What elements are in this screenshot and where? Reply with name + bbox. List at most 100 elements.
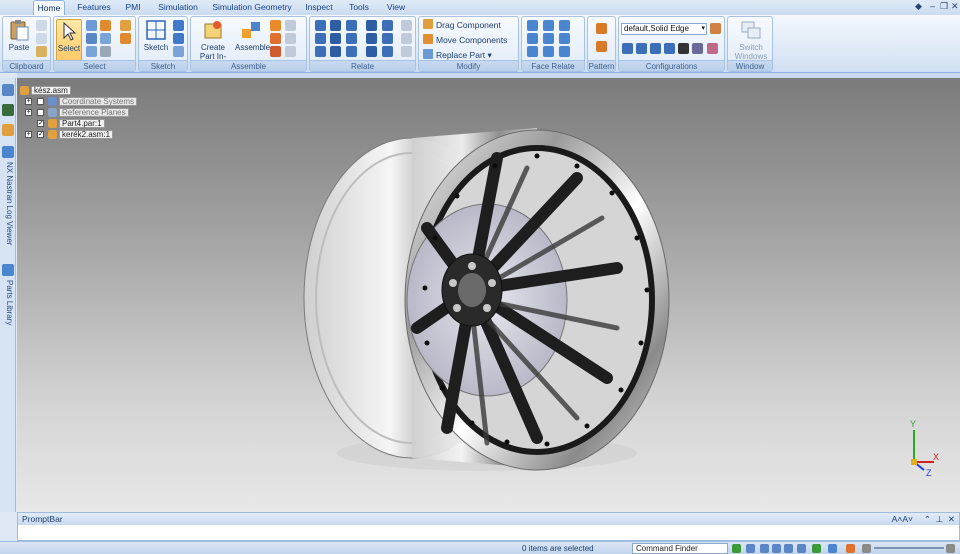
restore-icon[interactable]: ❐ xyxy=(940,1,948,12)
copy-icon[interactable] xyxy=(36,33,47,44)
collapse-icon[interactable]: ⌃ xyxy=(924,513,931,525)
angle-icon[interactable] xyxy=(330,46,341,57)
refresh-icon[interactable] xyxy=(732,544,741,553)
close-icon[interactable]: ✕ xyxy=(948,513,955,525)
hide-all-icon[interactable] xyxy=(100,46,111,57)
nastran-log-viewer-tab[interactable]: NX Nastran Log Viewer xyxy=(2,162,14,245)
options-icon[interactable]: ◆ xyxy=(915,1,922,12)
duplicate-icon[interactable] xyxy=(285,46,296,57)
configuration-select[interactable]: default,Solid Edge ▾ xyxy=(621,23,707,35)
tab-view[interactable]: View xyxy=(382,0,410,15)
zoom-slider[interactable] xyxy=(874,547,944,549)
show-icon[interactable] xyxy=(100,20,111,31)
tangent-icon[interactable] xyxy=(346,20,357,31)
cam-icon[interactable] xyxy=(346,33,357,44)
font-size-icon[interactable]: A˄A˅ xyxy=(892,513,913,525)
assemble-button[interactable]: Assemble xyxy=(235,19,270,52)
tab-simulation-geometry[interactable]: Simulation Geometry xyxy=(210,0,294,15)
cube-icon[interactable] xyxy=(120,20,131,31)
explode-icon[interactable] xyxy=(664,43,675,54)
render-icon[interactable] xyxy=(846,544,855,553)
cut-icon[interactable] xyxy=(36,20,47,31)
relationship-options-icon[interactable] xyxy=(401,33,412,44)
coaxial-icon[interactable] xyxy=(527,33,538,44)
connect-icon[interactable] xyxy=(330,33,341,44)
sketch-button[interactable]: Sketch xyxy=(142,19,170,52)
tangent-face-icon[interactable] xyxy=(559,20,570,31)
configuration-icon[interactable] xyxy=(710,23,721,34)
rotate-icon[interactable] xyxy=(173,33,184,44)
coplanar-icon[interactable] xyxy=(527,20,538,31)
tab-pmi[interactable]: PMI xyxy=(120,0,146,15)
pattern-icon[interactable] xyxy=(596,23,607,34)
tab-features[interactable]: Features xyxy=(72,0,116,15)
shaded-icon[interactable] xyxy=(812,544,821,553)
rotate-view-icon[interactable] xyxy=(797,544,806,553)
center-plane-icon[interactable] xyxy=(366,46,377,57)
gear-icon[interactable] xyxy=(346,46,357,57)
assembly-part-icon[interactable] xyxy=(270,46,281,57)
graphics-viewport[interactable]: kész.asm + Coordinate Systems + Referenc… xyxy=(17,78,960,512)
parallel-icon[interactable] xyxy=(366,20,377,31)
tab-home[interactable]: Home xyxy=(33,0,65,15)
drag-component-button[interactable]: Drag Component xyxy=(423,19,501,32)
part-icon[interactable] xyxy=(270,33,281,44)
zoom-in-icon[interactable] xyxy=(946,544,955,553)
capture-fit-icon[interactable] xyxy=(285,20,296,31)
mate-icon[interactable] xyxy=(315,20,326,31)
pin-icon[interactable]: ⊥ xyxy=(936,513,943,525)
show-only-icon[interactable] xyxy=(100,33,111,44)
parts-library-icon[interactable] xyxy=(2,264,14,276)
box-select-icon[interactable] xyxy=(120,33,131,44)
tab-tools[interactable]: Tools xyxy=(344,0,374,15)
planar-align-icon[interactable] xyxy=(315,33,326,44)
zoom-out-icon[interactable] xyxy=(862,544,871,553)
mirror-pattern-icon[interactable] xyxy=(596,41,607,52)
zoom-area-icon[interactable] xyxy=(760,544,769,553)
mirror-icon[interactable] xyxy=(285,33,296,44)
project-icon[interactable] xyxy=(173,20,184,31)
filter-icon[interactable] xyxy=(86,33,97,44)
relate-more-icon[interactable] xyxy=(401,46,412,57)
switch-windows-button[interactable]: Switch Windows xyxy=(731,19,771,61)
nastran-icon[interactable] xyxy=(2,146,14,158)
concentric-icon[interactable] xyxy=(543,20,554,31)
move-components-button[interactable]: Move Components xyxy=(423,34,507,47)
zone-icon[interactable] xyxy=(636,43,647,54)
axial-align-icon[interactable] xyxy=(315,46,326,57)
prompt-text-area[interactable] xyxy=(18,525,959,540)
relationship-assistant-icon[interactable] xyxy=(401,20,412,31)
hide-icon[interactable] xyxy=(86,46,97,57)
insert-icon[interactable] xyxy=(330,20,341,31)
display-config-icon[interactable] xyxy=(622,43,633,54)
minimize-icon[interactable]: – xyxy=(930,1,935,11)
ground-icon[interactable] xyxy=(382,33,393,44)
horizontal-icon[interactable] xyxy=(559,33,570,44)
selection-set-icon[interactable] xyxy=(650,43,661,54)
match-coordinate-icon[interactable] xyxy=(366,33,377,44)
path-icon[interactable] xyxy=(382,46,393,57)
close-icon[interactable]: ✕ xyxy=(951,1,959,12)
view-orientation-icon[interactable] xyxy=(828,544,837,553)
sketch-tool-icon[interactable] xyxy=(173,46,184,57)
tab-simulation[interactable]: Simulation xyxy=(152,0,204,15)
format-painter-icon[interactable] xyxy=(36,46,47,57)
perpendicular-icon[interactable] xyxy=(543,46,554,57)
select-tool-icon[interactable] xyxy=(86,20,97,31)
select-button[interactable]: Select xyxy=(56,19,82,61)
paint-icon[interactable] xyxy=(707,43,718,54)
layers-icon[interactable] xyxy=(2,104,14,116)
zoom-icon[interactable] xyxy=(772,544,781,553)
rigid-face-icon[interactable] xyxy=(559,46,570,57)
insert-component-icon[interactable] xyxy=(270,20,281,31)
fit-icon[interactable] xyxy=(746,544,755,553)
pathfinder-icon[interactable] xyxy=(2,84,14,96)
tab-inspect[interactable]: Inspect xyxy=(302,0,336,15)
parts-library-tab[interactable]: Parts Library xyxy=(2,280,14,325)
parallel-face-icon[interactable] xyxy=(527,46,538,57)
rigid-set-icon[interactable] xyxy=(382,20,393,31)
paste-button[interactable]: Paste xyxy=(6,19,32,52)
command-finder-input[interactable]: Command Finder xyxy=(632,543,728,554)
view-config-icon[interactable] xyxy=(692,43,703,54)
camera-icon[interactable] xyxy=(678,43,689,54)
